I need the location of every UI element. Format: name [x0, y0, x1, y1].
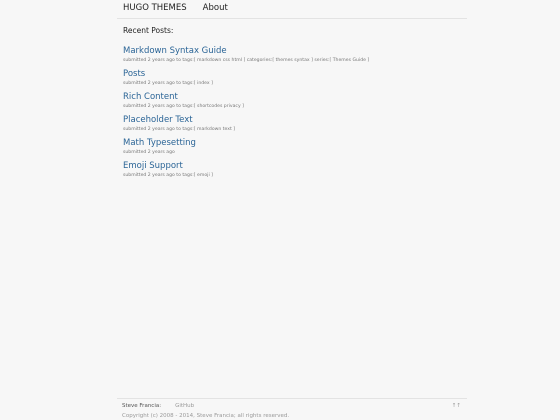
post-title-link[interactable]: Emoji Support	[123, 161, 467, 172]
list-item: Rich Content submitted 2 years ago to ta…	[123, 92, 467, 115]
brand-link[interactable]: HUGO THEMES	[123, 2, 187, 14]
list-item: Markdown Syntax Guide submitted 2 years …	[123, 46, 467, 69]
post-title-link[interactable]: Markdown Syntax Guide	[123, 46, 467, 57]
top-navbar: HUGO THEMES About	[117, 0, 467, 19]
footer-author: Steve Francia:	[122, 403, 162, 409]
post-meta: submitted 2 years ago to tags:[ shortcod…	[123, 104, 244, 109]
github-link[interactable]: GitHub	[175, 403, 194, 409]
list-item: Math Typesetting submitted 2 years ago	[123, 138, 467, 161]
post-meta: submitted 2 years ago to tags:[ emoji ]	[123, 173, 213, 178]
footer-links: Steve Francia: GitHub ↑↑	[117, 402, 467, 410]
post-title-link[interactable]: Placeholder Text	[123, 115, 467, 126]
copyright-text: Copyright (c) 2008 - 2014, Steve Francia…	[122, 413, 290, 419]
nav-link-about[interactable]: About	[203, 2, 228, 14]
list-item: Posts submitted 2 years ago to tags:[ in…	[123, 69, 467, 92]
post-meta: submitted 2 years ago to tags:[ markdown…	[123, 127, 236, 132]
list-item: Emoji Support submitted 2 years ago to t…	[123, 161, 467, 184]
footer: Steve Francia: GitHub ↑↑ Copyright (c) 2…	[117, 398, 467, 420]
post-title-link[interactable]: Posts	[123, 69, 467, 80]
post-meta: submitted 2 years ago	[123, 150, 175, 155]
list-item: Placeholder Text submitted 2 years ago t…	[123, 115, 467, 138]
post-title-link[interactable]: Rich Content	[123, 92, 467, 103]
post-title-link[interactable]: Math Typesetting	[123, 138, 467, 149]
main-content: Recent Posts: Markdown Syntax Guide subm…	[117, 25, 467, 184]
back-to-top-icon[interactable]: ↑↑	[452, 403, 461, 409]
section-title: Recent Posts:	[123, 26, 174, 35]
post-meta: submitted 2 years ago to tags:[ markdown…	[123, 58, 370, 63]
post-meta: submitted 2 years ago to tags:[ index ]	[123, 81, 213, 86]
